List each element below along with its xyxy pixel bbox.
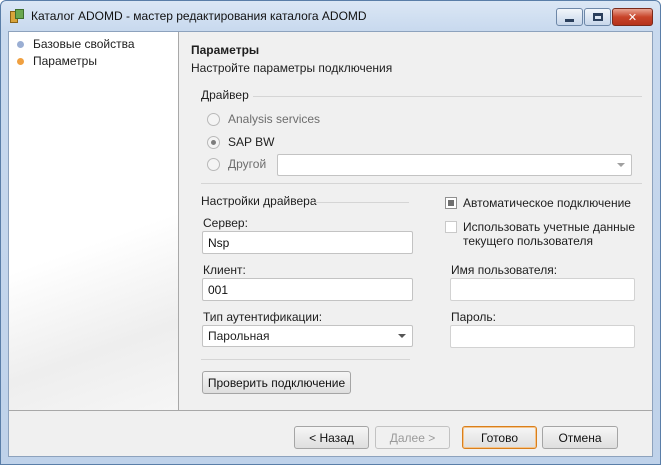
auth-type-select[interactable]: Парольная	[202, 325, 413, 347]
wizard-window: Каталог ADOMD - мастер редактирования ка…	[0, 0, 661, 465]
use-current-user-checkbox[interactable]: Использовать учетные данные текущего пол…	[445, 220, 645, 248]
wizard-footer: < Назад Далее > Готово Отмена	[9, 410, 652, 456]
password-label: Пароль:	[451, 310, 496, 324]
wizard-page: Параметры Настройте параметры подключени…	[180, 32, 652, 410]
radio-analysis-services[interactable]: Analysis services	[207, 112, 320, 126]
server-label: Сервер:	[203, 216, 248, 230]
radio-label: Analysis services	[228, 112, 321, 126]
server-input[interactable]	[202, 231, 413, 254]
auto-connect-checkbox[interactable]: Автоматическое подключение	[445, 196, 631, 210]
radio-label: Другой	[228, 157, 267, 171]
checkbox-label: Автоматическое подключение	[463, 196, 631, 210]
minimize-button[interactable]	[556, 8, 583, 26]
chevron-down-icon	[617, 163, 625, 167]
minimize-icon	[565, 18, 574, 22]
radio-label: SAP BW	[228, 135, 275, 149]
next-button[interactable]: Далее >	[375, 426, 450, 449]
window-controls: ✕	[555, 8, 653, 26]
checkbox[interactable]	[445, 221, 457, 233]
cancel-button[interactable]: Отмена	[542, 426, 618, 449]
close-icon: ✕	[627, 11, 638, 24]
window-title: Каталог ADOMD - мастер редактирования ка…	[31, 9, 367, 23]
page-title: Параметры	[191, 43, 260, 57]
title-bar[interactable]: Каталог ADOMD - мастер редактирования ка…	[1, 1, 660, 31]
maximize-icon	[592, 13, 603, 21]
step-bullet-icon	[17, 40, 24, 48]
wizard-steps-sidebar: Базовые свойства Параметры	[9, 32, 179, 410]
client-input[interactable]	[202, 278, 413, 301]
password-input[interactable]	[450, 325, 635, 348]
auth-type-value: Парольная	[208, 329, 270, 343]
other-driver-select[interactable]	[277, 154, 632, 176]
maximize-button[interactable]	[584, 8, 611, 26]
driver-settings-group-label: Настройки драйвера	[201, 194, 317, 208]
step-bullet-icon	[17, 57, 24, 65]
client-label: Клиент:	[203, 263, 246, 277]
username-input[interactable]	[450, 278, 635, 301]
checkbox-label: Использовать учетные данные текущего пол…	[463, 220, 636, 248]
back-button[interactable]: < Назад	[294, 426, 369, 449]
chevron-down-icon	[398, 334, 406, 338]
group-divider	[314, 202, 409, 203]
app-icon	[9, 8, 25, 24]
auth-type-label: Тип аутентификации:	[203, 310, 323, 324]
driver-group-label: Драйвер	[201, 88, 249, 102]
checkbox[interactable]	[445, 197, 457, 209]
sidebar-item-label: Параметры	[33, 54, 97, 68]
finish-button[interactable]: Готово	[462, 426, 537, 449]
page-subtitle: Настройте параметры подключения	[191, 61, 393, 75]
radio-button[interactable]	[207, 112, 220, 126]
wizard-client-area: Базовые свойства Параметры Параметры Нас…	[8, 31, 653, 457]
radio-button[interactable]	[207, 157, 220, 171]
sidebar-item-basic-properties[interactable]: Базовые свойства	[17, 36, 135, 52]
radio-button[interactable]	[207, 135, 220, 149]
test-connection-button[interactable]: Проверить подключение	[202, 371, 351, 394]
radio-sap-bw[interactable]: SAP BW	[207, 135, 274, 149]
sidebar-item-label: Базовые свойства	[33, 37, 135, 51]
group-divider	[201, 183, 642, 184]
username-label: Имя пользователя:	[451, 263, 558, 277]
sidebar-item-parameters[interactable]: Параметры	[17, 53, 97, 69]
group-divider	[253, 96, 642, 97]
group-divider	[201, 359, 410, 360]
close-button[interactable]: ✕	[612, 8, 653, 26]
radio-other[interactable]: Другой	[207, 157, 266, 171]
